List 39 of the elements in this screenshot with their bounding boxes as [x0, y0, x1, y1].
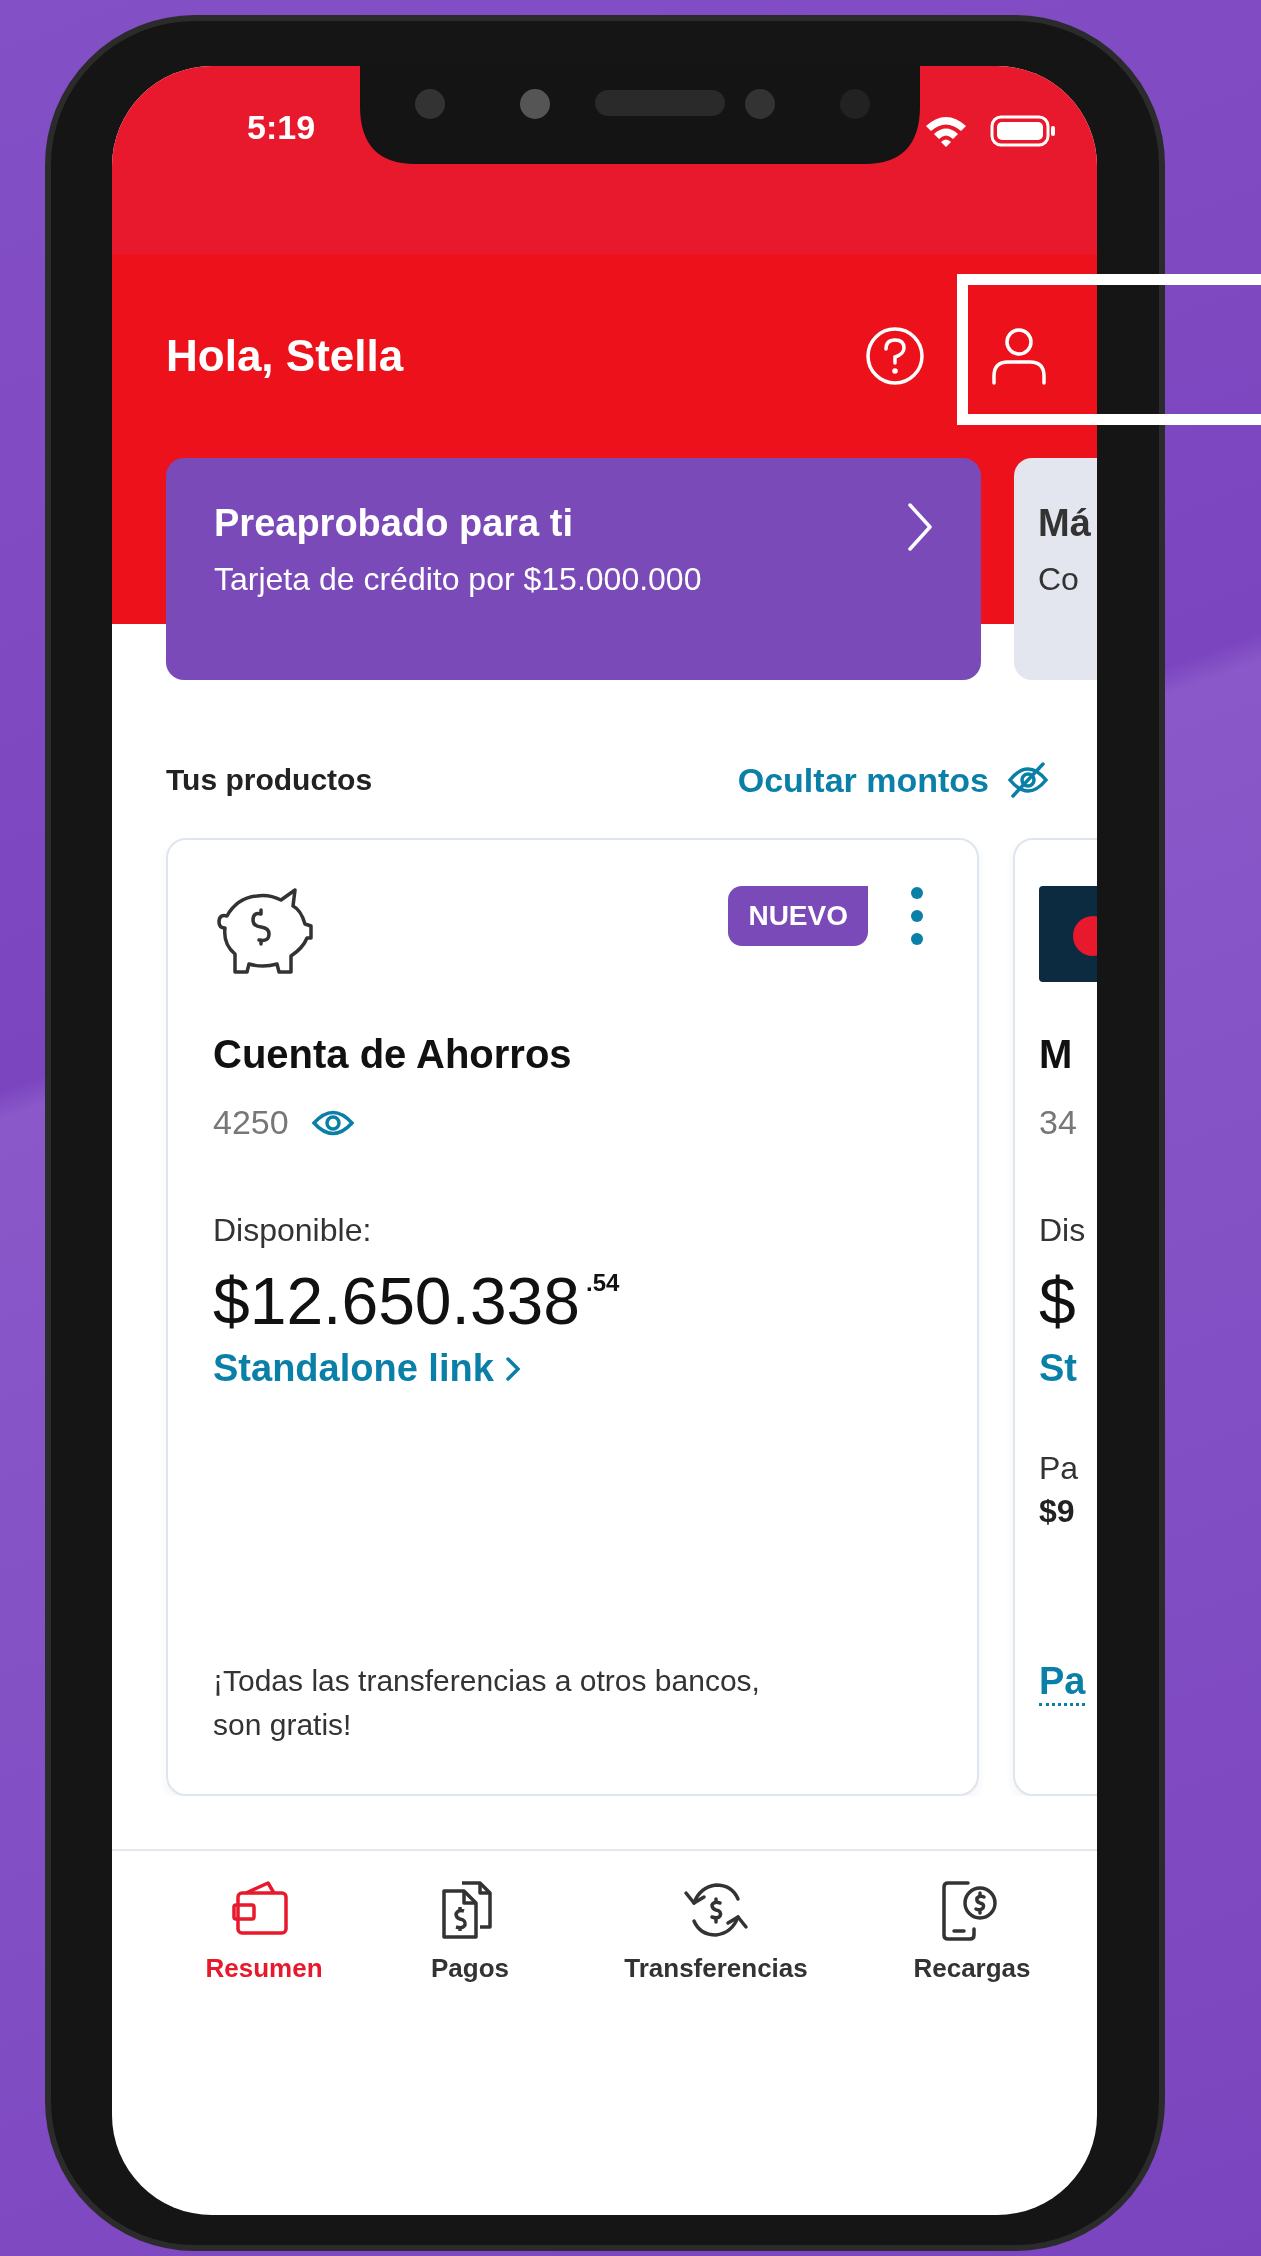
hide-amounts-toggle[interactable]: Ocultar montos: [737, 760, 1049, 800]
status-time: 5:19: [247, 108, 317, 147]
help-icon[interactable]: [865, 326, 925, 386]
promo-title: Má: [1038, 502, 1091, 545]
nav-tab[interactable]: Transferencias: [601, 1879, 831, 1984]
greeting-text: Hola, Stella: [166, 331, 404, 381]
new-badge: NUEVO: [728, 886, 868, 946]
product-title: Cuenta de Ahorros: [213, 1032, 573, 1077]
product-card[interactable]: M 34 Dis $ St Pa $9 Pa: [1013, 838, 1097, 1796]
chevron-right-icon: [907, 502, 933, 552]
eye-off-icon: [1007, 762, 1049, 798]
chevron-right-icon: [505, 1356, 520, 1381]
balance-amount: $: [1039, 1263, 1076, 1339]
nav-tab[interactable]: Resumen: [189, 1879, 339, 1984]
standalone-link[interactable]: Standalone link: [213, 1347, 520, 1390]
nav-tab[interactable]: Pagos: [385, 1879, 555, 1984]
section-title: Tus productos: [166, 763, 373, 797]
promo-subtitle: Tarjeta de crédito por $15.000.000: [214, 561, 702, 598]
more-options-icon[interactable]: [910, 886, 924, 946]
balance-label: Disponible:: [213, 1212, 373, 1249]
balance-amount: $12.650.338: [213, 1263, 581, 1339]
promo-subtitle: Co: [1038, 561, 1080, 598]
balance-label: Dis: [1039, 1212, 1087, 1249]
card-footer-text: ¡Todas las transferencias a otros bancos, son gratis!: [213, 1663, 761, 1743]
account-number: 4250: [213, 1103, 289, 1142]
account-number: 34: [1039, 1103, 1077, 1142]
nav-tab[interactable]: Recargas: [877, 1879, 1067, 1984]
payment-label: Pa: [1039, 1450, 1080, 1487]
battery-icon: [990, 114, 1056, 148]
payment-amount: $9: [1039, 1493, 1076, 1530]
payment-link[interactable]: Pa: [1039, 1660, 1086, 1706]
user-profile-icon[interactable]: [991, 326, 1047, 386]
wifi-icon: [924, 114, 968, 148]
promo-card[interactable]: Má Co: [1014, 458, 1097, 680]
promo-card[interactable]: Preaprobado para ti Tarjeta de crédito por $15.000.000: [166, 458, 981, 680]
standalone-link[interactable]: St: [1039, 1347, 1077, 1390]
balance-cents: .54: [586, 1269, 620, 1297]
promo-title: Preaprobado para ti: [214, 502, 574, 545]
product-title: M: [1039, 1032, 1074, 1077]
